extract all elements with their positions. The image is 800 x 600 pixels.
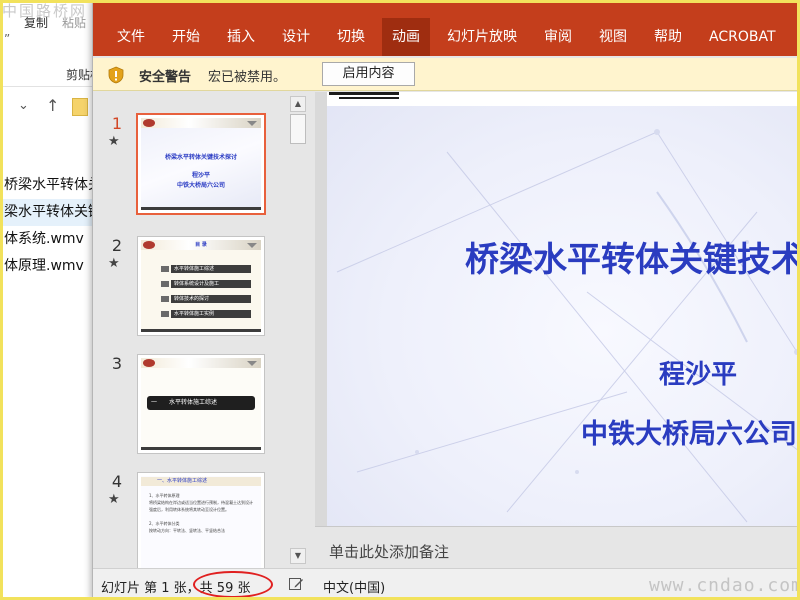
tab-view[interactable]: 视图 — [589, 18, 637, 56]
thumb-org: 中铁大桥局六公司 — [176, 182, 225, 189]
navigation-row: ⌄ ↑ — [0, 96, 92, 120]
tab-transitions[interactable]: 切换 — [327, 18, 375, 56]
clipboard-group-label: 剪贴板 — [66, 68, 92, 82]
slide-background-graphic — [336, 129, 800, 523]
tab-insert[interactable]: 插入 — [217, 18, 265, 56]
animation-star-icon: ★ — [108, 134, 120, 149]
copy-command[interactable]: 复制 — [24, 14, 48, 31]
slide-organization[interactable]: 中铁大桥局六公司 — [581, 412, 797, 451]
paste-command[interactable]: 粘贴 — [62, 14, 86, 31]
animation-star-icon: ★ — [108, 256, 120, 271]
thumbnail-slide-3[interactable]: 3 一 水平转体施工综述 — [93, 354, 293, 466]
powerpoint-window: 文件 开始 插入 设计 切换 动画 幻灯片放映 审阅 视图 帮助 ACROBAT… — [92, 0, 800, 600]
file-item[interactable]: 梁水平转体关键技术研讨.ppt — [0, 199, 92, 226]
file-item[interactable]: 体系统.wmv — [0, 226, 92, 253]
slide-thumbnail[interactable]: 一、水平转体施工综述 1、水平转体原理 将桥梁结构在岸边或适当位置进行预制，待混… — [137, 472, 265, 568]
thumbnail-slide-1[interactable]: 1 ★ 桥梁水平转体关键技术探讨 程沙平 中铁大桥局六公司 — [93, 113, 293, 226]
slide-counter: 幻灯片 第 1 张，共 59 张 — [101, 581, 251, 596]
ribbon-fragment: ” — [4, 32, 11, 46]
thumbnail-scrollbar[interactable]: ▲ ▼ — [289, 92, 307, 568]
animation-star-icon: ★ — [108, 492, 120, 507]
thumb-heading: 目 录 — [195, 242, 207, 248]
slide-thumbnail[interactable]: 桥梁水平转体关键技术探讨 程沙平 中铁大桥局六公司 — [136, 113, 266, 215]
file-explorer-window: 中国路桥网 复制 粘贴 ” 剪贴板 ⌄ ↑ 桥梁水平转体关键技术.ppt 梁水平… — [0, 0, 92, 600]
tab-acrobat[interactable]: ACROBAT — [699, 18, 786, 56]
thumb-toc-item: 水平转体施工实例 — [171, 310, 251, 318]
slide-number: 4 — [111, 472, 123, 491]
notes-pane[interactable]: 单击此处添加备注 — [315, 526, 800, 568]
logo-icon — [143, 119, 155, 127]
tab-slideshow[interactable]: 幻灯片放映 — [437, 18, 527, 56]
slide-thumbnail[interactable]: 目 录 水平转体施工综述 转体系统设计及施工 转体技术的探讨 水平转体施工实例 — [137, 236, 265, 336]
thumb-toc-item: 水平转体施工综述 — [171, 265, 251, 273]
notes-placeholder: 单击此处添加备注 — [329, 543, 450, 561]
language-indicator[interactable]: 中文(中国) — [323, 577, 385, 596]
scroll-up-icon[interactable]: ▲ — [290, 96, 306, 112]
thumb-title: 桥梁水平转体关键技术探讨 — [164, 154, 237, 161]
tab-design[interactable]: 设计 — [272, 18, 320, 56]
decorative-stripes — [329, 92, 399, 99]
chevron-down-icon[interactable]: ⌄ — [18, 98, 29, 113]
file-item[interactable]: 桥梁水平转体关键技术.ppt — [0, 172, 92, 199]
file-item[interactable]: 体原理.wmv — [0, 253, 92, 280]
ribbon-tab-bar: 文件 开始 插入 设计 切换 动画 幻灯片放映 审阅 视图 帮助 ACROBAT — [93, 18, 800, 56]
slide-thumbnail-pane: 1 ★ 桥梁水平转体关键技术探讨 程沙平 中铁大桥局六公司 2 ★ 目 录 水平… — [93, 92, 311, 568]
security-warning-message: 宏已被禁用。 — [208, 70, 287, 85]
current-slide[interactable]: 桥梁水平转体关键技术探讨 程沙平 中铁大桥局六公司 — [327, 92, 800, 526]
thumb-heading: 一、水平转体施工综述 — [141, 477, 261, 486]
file-list: 桥梁水平转体关键技术.ppt 梁水平转体关键技术研讨.ppt 体系统.wmv 体… — [0, 172, 92, 280]
slide-author[interactable]: 程沙平 — [659, 354, 737, 391]
tab-review[interactable]: 审阅 — [534, 18, 582, 56]
title-bar — [93, 0, 800, 18]
folder-icon — [72, 98, 88, 116]
tab-home[interactable]: 开始 — [162, 18, 210, 56]
logo-icon — [143, 359, 155, 367]
shield-warning-icon — [108, 66, 124, 84]
thumbnail-slide-2[interactable]: 2 ★ 目 录 水平转体施工综述 转体系统设计及施工 转体技术的探讨 水平转体施… — [93, 236, 293, 348]
status-bar: 幻灯片 第 1 张，共 59 张 中文(中国) www.cndao.com — [93, 568, 800, 600]
slide-number: 3 — [111, 354, 123, 373]
notes-toggle-icon[interactable] — [288, 576, 304, 592]
slide-title[interactable]: 桥梁水平转体关键技术探讨 — [465, 232, 800, 281]
thumb-section-bar: 一 水平转体施工综述 — [147, 396, 255, 410]
slide-number: 1 — [111, 114, 123, 133]
security-warning-title: 安全警告 — [139, 70, 192, 85]
thumbnail-slide-4[interactable]: 4 ★ 一、水平转体施工综述 1、水平转体原理 将桥梁结构在岸边或适当位置进行预… — [93, 472, 293, 568]
slide-number: 2 — [111, 236, 123, 255]
scroll-thumb[interactable] — [290, 114, 306, 144]
slide-thumbnail[interactable]: 一 水平转体施工综述 — [137, 354, 265, 454]
thumb-toc-item: 转体系统设计及施工 — [171, 280, 251, 288]
enable-content-button[interactable]: 启用内容 — [322, 62, 415, 86]
scroll-down-icon[interactable]: ▼ — [290, 548, 306, 564]
up-arrow-icon[interactable]: ↑ — [46, 96, 59, 115]
tab-help[interactable]: 帮助 — [644, 18, 692, 56]
tab-file[interactable]: 文件 — [107, 18, 155, 56]
thumb-author: 程沙平 — [191, 172, 210, 179]
divider — [0, 86, 92, 87]
site-watermark: www.cndao.com — [649, 575, 800, 596]
security-warning-bar: 安全警告 宏已被禁用。 启用内容 — [93, 58, 800, 91]
slide-editing-area: 桥梁水平转体关键技术探讨 程沙平 中铁大桥局六公司 — [315, 92, 800, 526]
tab-animations[interactable]: 动画 — [382, 18, 430, 56]
thumb-toc-item: 转体技术的探讨 — [171, 295, 251, 303]
